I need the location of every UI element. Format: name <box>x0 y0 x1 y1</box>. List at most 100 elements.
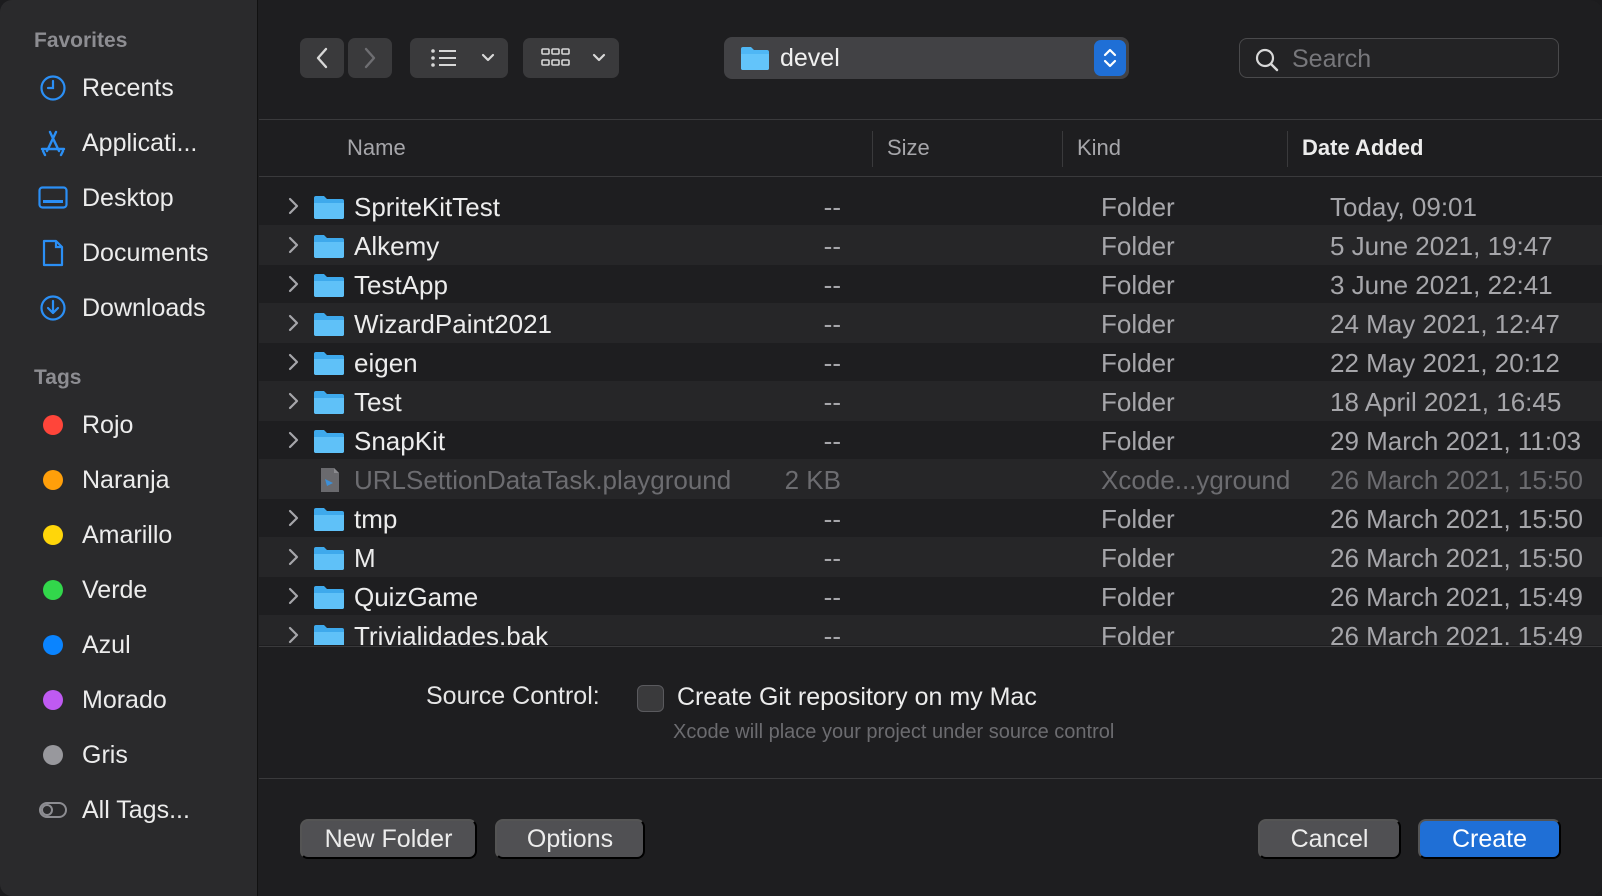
sidebar-tag-verde[interactable]: Verde <box>0 568 258 612</box>
file-kind: Folder <box>1101 270 1175 300</box>
search-input[interactable] <box>1292 44 1542 74</box>
list-view-button[interactable] <box>410 38 508 78</box>
sidebar-item-recents[interactable]: Recents <box>0 66 258 110</box>
file-size: -- <box>823 192 841 222</box>
column-separator[interactable] <box>1062 131 1063 167</box>
sidebar-tag-gris[interactable]: Gris <box>0 733 258 777</box>
file-name: Alkemy <box>354 231 440 261</box>
file-size: -- <box>823 270 841 300</box>
sidebar-item-label: Applicati... <box>82 128 198 157</box>
tag-dot-icon <box>43 580 63 600</box>
tag-dot-icon <box>43 415 63 435</box>
chevron-left-icon <box>316 47 328 69</box>
all-tags-icon <box>38 795 68 825</box>
folder-icon <box>314 313 344 336</box>
git-repository-checkbox-label[interactable]: Create Git repository on my Mac <box>677 683 1037 712</box>
table-row[interactable]: M -- Folder 26 March 2021, 15:50 <box>259 537 1602 577</box>
file-name: TestApp <box>354 270 448 300</box>
column-separator[interactable] <box>1287 131 1288 167</box>
column-name[interactable]: Name <box>347 135 406 161</box>
file-name: WizardPaint2021 <box>354 309 552 339</box>
disclosure-chevron-icon[interactable] <box>284 584 304 608</box>
folder-icon <box>314 391 344 414</box>
sidebar-item-label: Azul <box>82 630 131 659</box>
table-row[interactable]: QuizGame -- Folder 26 March 2021, 15:49 <box>259 576 1602 616</box>
sidebar-item-documents[interactable]: Documents <box>0 231 258 275</box>
file-kind: Folder <box>1101 621 1175 645</box>
clock-icon <box>38 73 68 103</box>
disclosure-chevron-icon[interactable] <box>284 506 304 530</box>
sidebar-item-desktop[interactable]: Desktop <box>0 176 258 220</box>
table-row[interactable]: WizardPaint2021 -- Folder 24 May 2021, 1… <box>259 303 1602 343</box>
folder-icon <box>741 47 769 70</box>
table-row[interactable]: TestApp -- Folder 3 June 2021, 22:41 <box>259 264 1602 304</box>
file-size: -- <box>823 504 841 534</box>
column-separator[interactable] <box>872 131 873 167</box>
file-date: 24 May 2021, 12:47 <box>1330 309 1560 339</box>
table-row[interactable]: SnapKit -- Folder 29 March 2021, 11:03 <box>259 420 1602 460</box>
options-button[interactable]: Options <box>495 819 645 859</box>
path-popup[interactable]: devel <box>724 37 1129 79</box>
sidebar-tag-amarillo[interactable]: Amarillo <box>0 513 258 557</box>
disclosure-chevron-icon[interactable] <box>284 350 304 374</box>
disclosure-chevron-icon[interactable] <box>284 389 304 413</box>
source-control-hint: Xcode will place your project under sour… <box>673 721 1115 743</box>
file-name: tmp <box>354 504 398 534</box>
column-kind[interactable]: Kind <box>1077 135 1121 161</box>
cancel-button[interactable]: Cancel <box>1258 819 1401 859</box>
file-kind: Folder <box>1101 426 1175 456</box>
disclosure-chevron-icon[interactable] <box>284 311 304 335</box>
grid-icon <box>541 48 570 66</box>
search-icon <box>1255 48 1279 72</box>
group-view-button[interactable] <box>523 38 619 78</box>
sidebar-tag-morado[interactable]: Morado <box>0 678 258 722</box>
file-size: -- <box>823 348 841 378</box>
back-button[interactable] <box>300 38 344 78</box>
disclosure-chevron-icon[interactable] <box>284 545 304 569</box>
file-name: SnapKit <box>354 426 446 456</box>
folder-icon <box>314 352 344 375</box>
save-dialog: Favorites Recents Applicati... Desktop D… <box>0 0 1602 896</box>
create-button[interactable]: Create <box>1418 819 1561 859</box>
forward-button[interactable] <box>348 38 392 78</box>
file-kind: Folder <box>1101 504 1175 534</box>
path-label: devel <box>780 44 840 72</box>
sidebar-item-applications[interactable]: Applicati... <box>0 121 258 165</box>
file-date: 22 May 2021, 20:12 <box>1330 348 1560 378</box>
file-name: Trivialidades.bak <box>354 621 549 645</box>
disclosure-chevron-icon[interactable] <box>284 233 304 257</box>
sidebar-item-label: Recents <box>82 73 174 102</box>
column-date-added[interactable]: Date Added <box>1302 135 1423 161</box>
table-row[interactable]: eigen -- Folder 22 May 2021, 20:12 <box>259 342 1602 382</box>
playground-file-icon <box>321 468 339 492</box>
sidebar-item-label: Verde <box>82 575 148 604</box>
file-kind: Folder <box>1101 387 1175 417</box>
table-row: URLSettionDataTask.playground 2 KB Xcode… <box>259 459 1602 499</box>
folder-icon <box>314 547 344 570</box>
file-kind: Folder <box>1101 192 1175 222</box>
table-row[interactable]: Alkemy -- Folder 5 June 2021, 19:47 <box>259 225 1602 265</box>
disclosure-chevron-icon[interactable] <box>284 428 304 452</box>
sidebar-tag-azul[interactable]: Azul <box>0 623 258 667</box>
disclosure-chevron-icon[interactable] <box>284 272 304 296</box>
new-folder-button[interactable]: New Folder <box>300 819 477 859</box>
sidebar-item-label: Gris <box>82 740 128 769</box>
table-row[interactable]: Test -- Folder 18 April 2021, 16:45 <box>259 381 1602 421</box>
desktop-icon <box>38 183 68 213</box>
search-field[interactable] <box>1239 38 1559 78</box>
file-kind: Folder <box>1101 348 1175 378</box>
file-name: Test <box>354 387 402 417</box>
table-row[interactable]: Trivialidades.bak -- Folder 26 March 202… <box>259 615 1602 645</box>
table-row[interactable]: tmp -- Folder 26 March 2021, 15:50 <box>259 498 1602 538</box>
sidebar-tag-rojo[interactable]: Rojo <box>0 403 258 447</box>
column-size[interactable]: Size <box>887 135 930 161</box>
git-repository-checkbox[interactable] <box>637 685 664 712</box>
disclosure-chevron-icon[interactable] <box>284 623 304 645</box>
sidebar-item-downloads[interactable]: Downloads <box>0 286 258 330</box>
file-kind: Folder <box>1101 543 1175 573</box>
sidebar-tag-naranja[interactable]: Naranja <box>0 458 258 502</box>
sidebar-item-label: Downloads <box>82 293 206 322</box>
table-row[interactable]: SpriteKitTest -- Folder Today, 09:01 <box>259 186 1602 226</box>
disclosure-chevron-icon[interactable] <box>284 194 304 218</box>
sidebar-all-tags[interactable]: All Tags... <box>0 788 258 832</box>
